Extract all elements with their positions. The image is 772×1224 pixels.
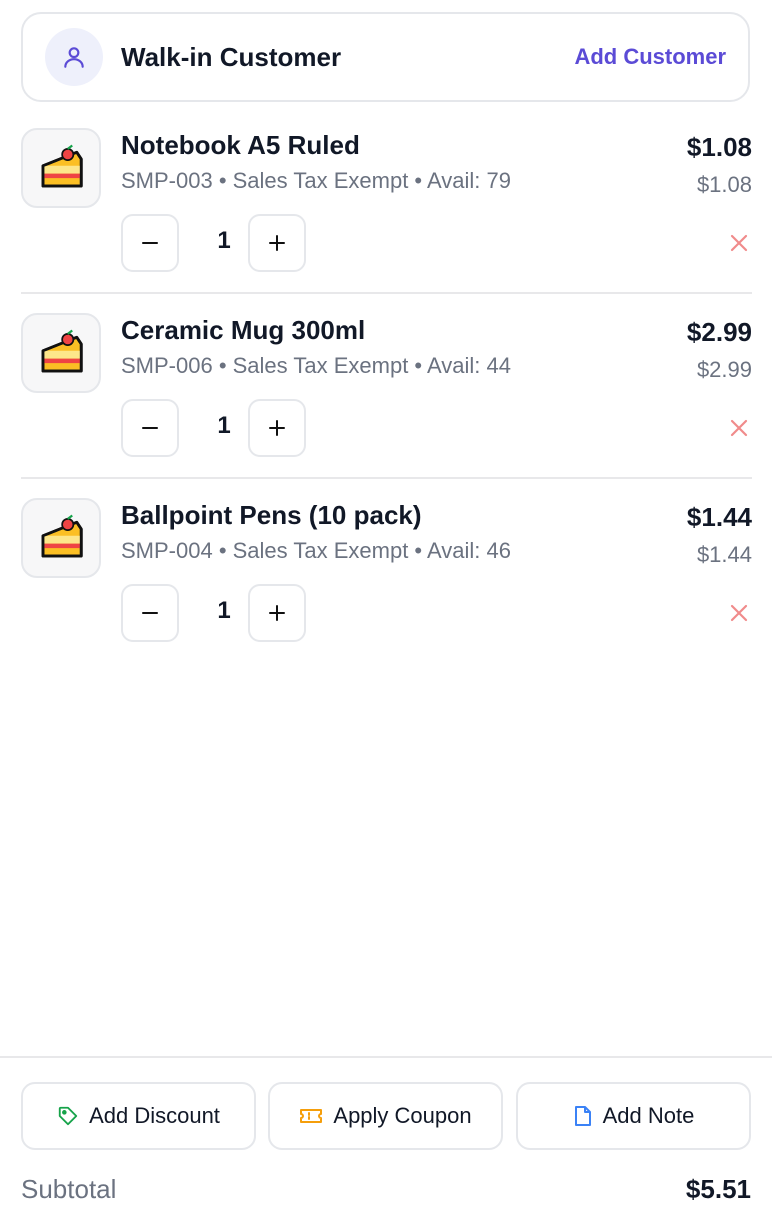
user-icon <box>64 47 84 68</box>
close-icon <box>730 419 748 437</box>
tag-icon <box>57 1105 79 1127</box>
quantity-value: 1 <box>217 227 231 254</box>
minus-icon <box>142 612 158 614</box>
item-meta: SMP-004 • Sales Tax Exempt • Avail: 46 <box>121 538 512 563</box>
apply-coupon-button[interactable]: Apply Coupon <box>268 1082 503 1150</box>
item-name: Ballpoint Pens (10 pack) <box>121 500 422 530</box>
cake-slice-icon <box>41 514 83 558</box>
quantity-value: 1 <box>217 412 231 439</box>
item-unit-price: $2.99 <box>696 357 752 382</box>
plus-icon <box>269 235 285 251</box>
subtotal-label: Subtotal <box>21 1174 117 1204</box>
cart-item: Ballpoint Pens (10 pack) SMP-004 • Sales… <box>21 498 752 683</box>
increase-quantity-button[interactable] <box>248 214 306 272</box>
increase-quantity-button[interactable] <box>248 399 306 457</box>
customer-card: Walk-in Customer Add Customer <box>21 12 750 102</box>
increase-quantity-button[interactable] <box>248 584 306 642</box>
remove-item-button[interactable] <box>728 417 750 439</box>
close-icon <box>730 604 748 622</box>
remove-item-button[interactable] <box>728 232 750 254</box>
add-discount-button[interactable]: Add Discount <box>21 1082 256 1150</box>
cart-item: Notebook A5 Ruled SMP-003 • Sales Tax Ex… <box>21 128 752 313</box>
document-icon <box>573 1105 593 1127</box>
decrease-quantity-button[interactable] <box>121 214 179 272</box>
cake-slice-icon <box>41 144 83 188</box>
item-unit-price: $1.44 <box>696 542 752 567</box>
plus-icon <box>269 605 285 621</box>
avatar <box>45 28 103 86</box>
item-price: $2.99 <box>686 317 752 347</box>
add-customer-button[interactable]: Add Customer <box>574 44 726 70</box>
remove-item-button[interactable] <box>728 602 750 624</box>
minus-icon <box>142 427 158 429</box>
quantity-value: 1 <box>217 597 231 624</box>
cake-slice-icon <box>41 329 83 373</box>
cart-item: Ceramic Mug 300ml SMP-006 • Sales Tax Ex… <box>21 313 752 498</box>
decrease-quantity-button[interactable] <box>121 584 179 642</box>
apply-coupon-label: Apply Coupon <box>333 1103 472 1128</box>
item-meta: SMP-003 • Sales Tax Exempt • Avail: 79 <box>121 168 512 193</box>
item-meta: SMP-006 • Sales Tax Exempt • Avail: 44 <box>121 353 512 378</box>
item-price: $1.44 <box>686 502 752 532</box>
plus-icon <box>269 420 285 436</box>
decrease-quantity-button[interactable] <box>121 399 179 457</box>
subtotal-value: $5.51 <box>685 1174 751 1204</box>
item-name: Ceramic Mug 300ml <box>121 315 366 345</box>
item-unit-price: $1.08 <box>696 172 752 197</box>
product-thumbnail <box>21 128 101 208</box>
customer-name: Walk-in Customer <box>121 41 342 72</box>
minus-icon <box>142 242 158 244</box>
divider <box>21 292 752 294</box>
product-thumbnail <box>21 498 101 578</box>
add-note-label: Add Note <box>602 1103 695 1128</box>
divider <box>21 477 752 479</box>
product-thumbnail <box>21 313 101 393</box>
add-discount-label: Add Discount <box>89 1103 220 1128</box>
item-price: $1.08 <box>686 132 752 162</box>
close-icon <box>730 234 748 252</box>
add-note-button[interactable]: Add Note <box>516 1082 751 1150</box>
ticket-icon <box>299 1106 323 1126</box>
divider <box>0 1056 772 1058</box>
item-name: Notebook A5 Ruled <box>121 130 360 160</box>
